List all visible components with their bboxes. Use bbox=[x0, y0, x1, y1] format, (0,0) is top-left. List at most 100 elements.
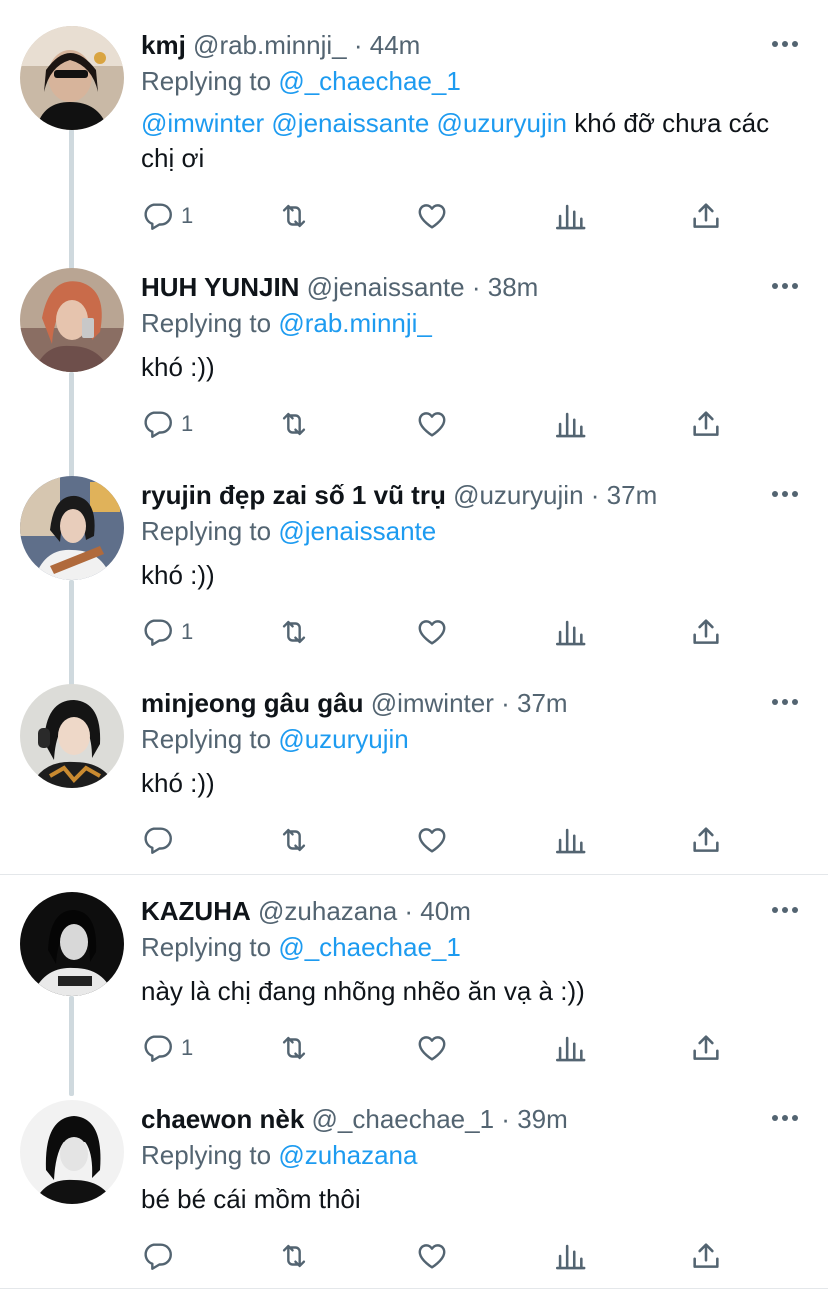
timestamp[interactable]: 39m bbox=[517, 1104, 568, 1134]
more-options-icon[interactable] bbox=[770, 32, 800, 56]
timestamp[interactable]: 40m bbox=[420, 896, 471, 926]
handle[interactable]: @jenaissante bbox=[307, 272, 465, 302]
heart-icon bbox=[418, 828, 446, 853]
separator: · bbox=[590, 480, 600, 510]
timestamp[interactable]: 38m bbox=[488, 272, 539, 302]
avatar[interactable] bbox=[20, 476, 124, 580]
tweet-header: kmj @rab.minnji_ · 44m bbox=[141, 26, 768, 64]
replying-to: Replying to @_chaechae_1 bbox=[141, 928, 461, 966]
replying-to-mention[interactable]: @rab.minnji_ bbox=[278, 308, 432, 338]
analytics-button[interactable] bbox=[553, 404, 587, 444]
display-name[interactable]: chaewon nèk bbox=[141, 1104, 304, 1134]
display-name[interactable]: kmj bbox=[141, 30, 186, 60]
replying-to-mention[interactable]: @uzuryujin bbox=[278, 724, 408, 754]
analytics-button[interactable] bbox=[553, 1028, 587, 1068]
handle[interactable]: @uzuryujin bbox=[453, 480, 583, 510]
avatar[interactable] bbox=[20, 1100, 124, 1204]
timestamp[interactable]: 37m bbox=[517, 688, 568, 718]
reply-button[interactable] bbox=[141, 820, 181, 860]
more-options-icon[interactable] bbox=[770, 274, 800, 298]
handle[interactable]: @imwinter bbox=[371, 688, 494, 718]
timestamp[interactable]: 37m bbox=[607, 480, 658, 510]
avatar[interactable] bbox=[20, 268, 124, 372]
display-name[interactable]: ryujin đẹp zai số 1 vũ trụ bbox=[141, 480, 446, 510]
more-options-icon[interactable] bbox=[770, 1106, 800, 1130]
display-name[interactable]: KAZUHA bbox=[141, 896, 251, 926]
handle[interactable]: @rab.minnji_ bbox=[193, 30, 347, 60]
like-button[interactable] bbox=[415, 820, 449, 860]
analytics-icon bbox=[555, 828, 586, 854]
handle[interactable]: @_chaechae_1 bbox=[312, 1104, 495, 1134]
retweet-button[interactable] bbox=[277, 820, 311, 860]
avatar[interactable] bbox=[20, 26, 124, 130]
thread-line bbox=[69, 372, 74, 480]
thread-line bbox=[69, 580, 74, 688]
tweet-text: khó :)) bbox=[141, 766, 801, 801]
heart-icon bbox=[418, 412, 446, 437]
share-button[interactable] bbox=[689, 612, 723, 652]
analytics-button[interactable] bbox=[553, 612, 587, 652]
reply-count: 1 bbox=[181, 411, 194, 436]
retweet-icon bbox=[282, 1036, 306, 1060]
analytics-button[interactable] bbox=[553, 196, 587, 236]
more-options-icon[interactable] bbox=[770, 690, 800, 714]
body-text: khó :)) bbox=[141, 352, 215, 382]
thread-line bbox=[69, 128, 74, 272]
retweet-button[interactable] bbox=[277, 612, 311, 652]
replying-to-mention[interactable]: @jenaissante bbox=[278, 516, 436, 546]
replying-to-label: Replying to bbox=[141, 516, 272, 546]
replying-to: Replying to @uzuryujin bbox=[141, 720, 409, 758]
analytics-button[interactable] bbox=[553, 1236, 587, 1276]
display-name[interactable]: minjeong gâu gâu bbox=[141, 688, 363, 718]
more-options-icon[interactable] bbox=[770, 898, 800, 922]
like-button[interactable] bbox=[415, 612, 449, 652]
replying-to-mention[interactable]: @_chaechae_1 bbox=[278, 66, 461, 96]
avatar[interactable] bbox=[20, 892, 124, 996]
retweet-button[interactable] bbox=[277, 1028, 311, 1068]
action-bar: 1 bbox=[141, 196, 741, 236]
share-button[interactable] bbox=[689, 1028, 723, 1068]
retweet-icon bbox=[282, 412, 306, 436]
share-icon bbox=[693, 1243, 719, 1268]
timestamp[interactable]: 44m bbox=[370, 30, 421, 60]
retweet-button[interactable] bbox=[277, 196, 311, 236]
display-name[interactable]: HUH YUNJIN bbox=[141, 272, 299, 302]
reply-count: 1 bbox=[181, 203, 194, 228]
reply-button[interactable]: 1 bbox=[141, 196, 193, 236]
like-button[interactable] bbox=[415, 1028, 449, 1068]
handle[interactable]: @zuhazana bbox=[258, 896, 397, 926]
tweet-header: HUH YUNJIN @jenaissante · 38m bbox=[141, 268, 768, 306]
replying-to-mention[interactable]: @_chaechae_1 bbox=[278, 932, 461, 962]
reply-button[interactable]: 1 bbox=[141, 612, 193, 652]
retweet-button[interactable] bbox=[277, 1236, 311, 1276]
like-button[interactable] bbox=[415, 404, 449, 444]
heart-icon bbox=[418, 620, 446, 645]
like-button[interactable] bbox=[415, 1236, 449, 1276]
analytics-button[interactable] bbox=[553, 820, 587, 860]
heart-icon bbox=[418, 1244, 446, 1269]
more-options-icon[interactable] bbox=[770, 482, 800, 506]
action-bar: 1 bbox=[141, 404, 741, 444]
share-button[interactable] bbox=[689, 404, 723, 444]
replying-to: Replying to @zuhazana bbox=[141, 1136, 417, 1174]
reply-button[interactable]: 1 bbox=[141, 1028, 193, 1068]
replying-to-mention[interactable]: @zuhazana bbox=[278, 1140, 417, 1170]
share-button[interactable] bbox=[689, 820, 723, 860]
separator: · bbox=[353, 30, 363, 60]
avatar[interactable] bbox=[20, 684, 124, 788]
reply-button[interactable]: 1 bbox=[141, 404, 193, 444]
analytics-icon bbox=[555, 620, 586, 646]
retweet-button[interactable] bbox=[277, 404, 311, 444]
reply-count: 1 bbox=[181, 619, 194, 644]
reply-icon bbox=[144, 1243, 172, 1270]
body-mentions[interactable]: @imwinter @jenaissante @uzuryujin bbox=[141, 108, 567, 138]
tweet-header: chaewon nèk @_chaechae_1 · 39m bbox=[141, 1100, 768, 1138]
action-bar bbox=[141, 1236, 741, 1276]
reply-count: 1 bbox=[181, 1035, 194, 1060]
share-button[interactable] bbox=[689, 1236, 723, 1276]
like-button[interactable] bbox=[415, 196, 449, 236]
share-button[interactable] bbox=[689, 196, 723, 236]
tweet-header: minjeong gâu gâu @imwinter · 37m bbox=[141, 684, 768, 722]
reply-button[interactable] bbox=[141, 1236, 181, 1276]
thread-divider bbox=[0, 874, 828, 875]
